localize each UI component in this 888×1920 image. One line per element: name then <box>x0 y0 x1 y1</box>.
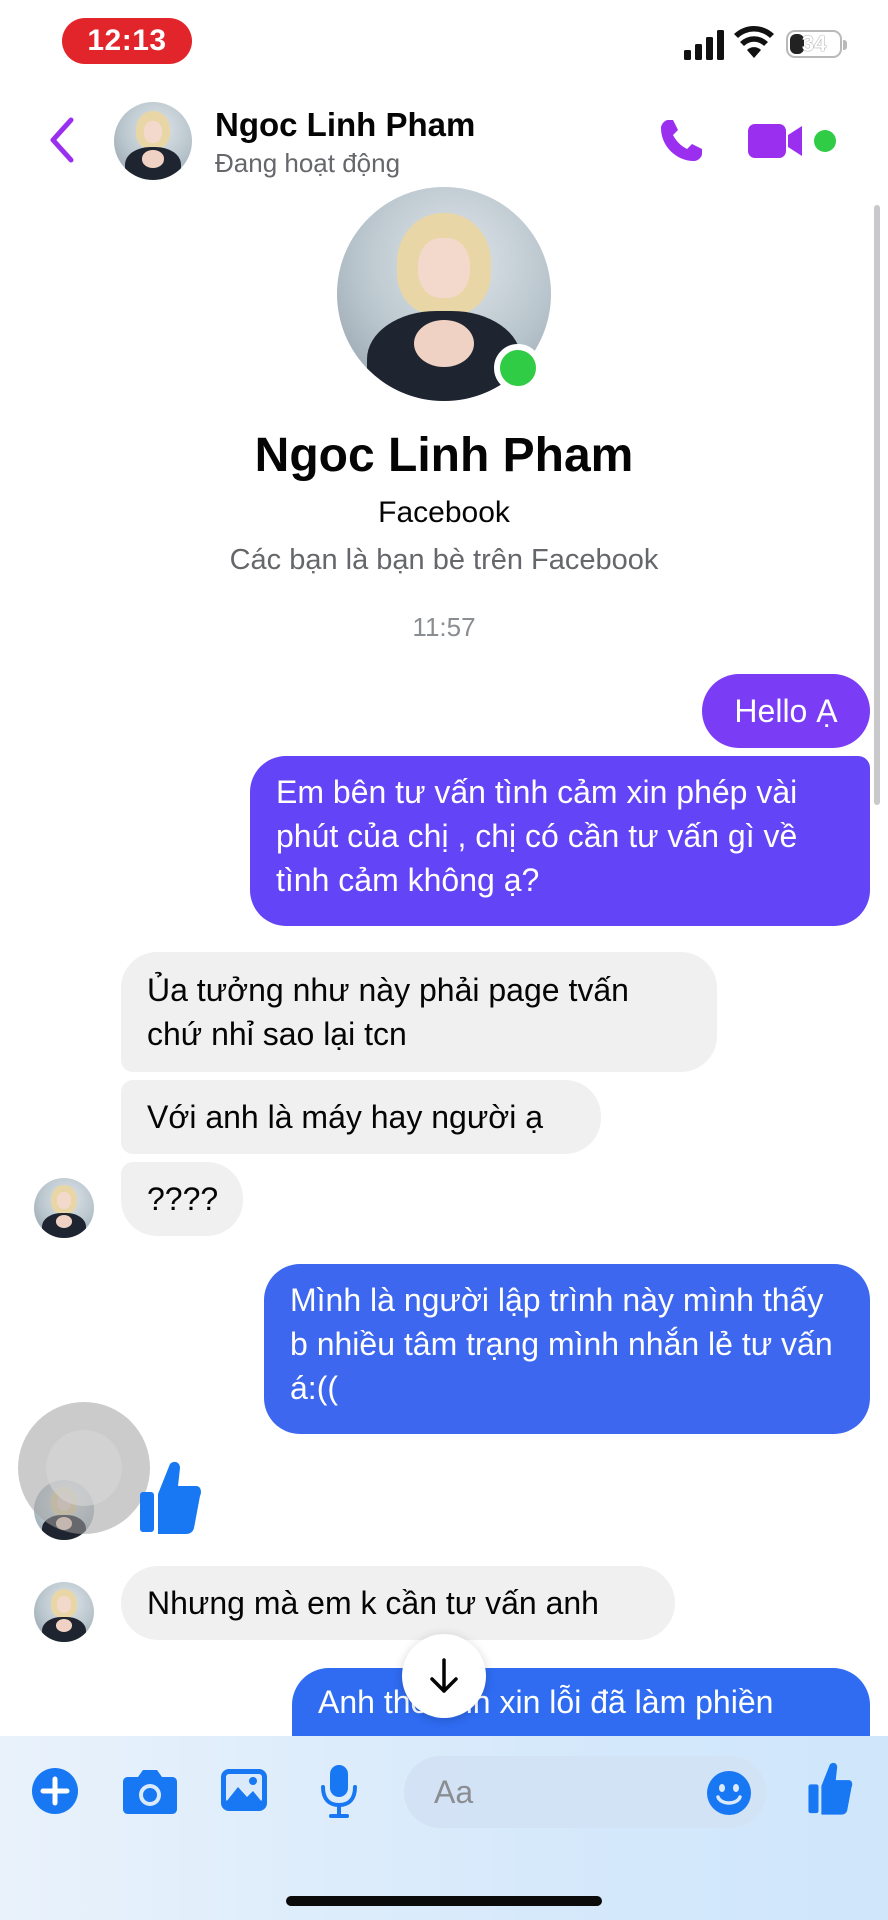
microphone-icon <box>321 1765 357 1818</box>
online-indicator <box>814 130 836 152</box>
contact-status: Đang hoạt động <box>215 148 401 178</box>
scrollbar[interactable] <box>874 205 880 805</box>
emoji-button[interactable] <box>704 1768 754 1818</box>
back-button[interactable] <box>40 112 84 168</box>
message-bubble-incoming[interactable]: Với anh là máy hay người ạ <box>121 1080 601 1154</box>
message-composer <box>0 1736 888 1920</box>
voice-message-button[interactable] <box>318 1762 360 1820</box>
video-call-button[interactable] <box>744 116 808 166</box>
sender-avatar[interactable] <box>34 1582 94 1642</box>
phone-icon <box>661 120 702 161</box>
wifi-icon <box>734 26 774 58</box>
profile-name: Ngoc Linh Pham <box>254 429 634 482</box>
smiley-icon <box>707 1771 751 1815</box>
cellular-signal-icon <box>684 30 724 60</box>
thumbs-up-icon[interactable] <box>138 1458 202 1536</box>
message-bubble-outgoing[interactable]: Mình là người lập trình này mình thấy b … <box>264 1264 870 1434</box>
battery-percent: 34 <box>801 31 827 56</box>
camera-button[interactable] <box>122 1766 178 1816</box>
message-bubble-outgoing[interactable]: Anh thế anh xin lỗi đã làm phiền <box>292 1668 870 1742</box>
gallery-button[interactable] <box>218 1764 270 1816</box>
status-time: 12:13 <box>62 18 192 64</box>
video-camera-icon <box>748 124 802 158</box>
message-bubble-outgoing[interactable]: Hello Ạ <box>702 674 870 748</box>
profile-online-indicator <box>494 344 542 392</box>
contact-avatar[interactable] <box>114 102 192 180</box>
camera-icon <box>123 1770 177 1814</box>
contact-name[interactable]: Ngoc Linh Pham <box>215 106 475 144</box>
chat-header: Ngoc Linh Pham Đang hoạt động <box>0 90 888 190</box>
scroll-to-bottom-button[interactable] <box>402 1634 486 1718</box>
chevron-left-icon <box>50 117 74 163</box>
touch-indicator <box>18 1402 150 1534</box>
audio-call-button[interactable] <box>654 114 708 168</box>
image-icon <box>221 1769 267 1811</box>
profile-app: Facebook <box>378 496 510 529</box>
status-bar: 12:13 34 <box>0 0 888 90</box>
plus-icon <box>32 1768 78 1814</box>
message-bubble-incoming[interactable]: Ủa tưởng như này phải page tvấn chứ nhỉ … <box>121 952 717 1072</box>
message-bubble-outgoing[interactable]: Em bên tư vấn tình cảm xin phép vài phút… <box>250 756 870 926</box>
thumbs-up-icon <box>808 1762 853 1815</box>
message-input-container[interactable] <box>404 1756 766 1828</box>
battery-indicator: 34 <box>786 30 847 58</box>
message-bubble-incoming[interactable]: Nhưng mà em k cần tư vấn anh <box>121 1566 675 1640</box>
relationship-note: Các bạn là bạn bè trên Facebook <box>229 544 659 576</box>
home-indicator[interactable] <box>286 1896 602 1906</box>
more-actions-button[interactable] <box>30 1766 80 1816</box>
sender-avatar[interactable] <box>34 1178 94 1238</box>
message-bubble-incoming[interactable]: ???? <box>121 1162 243 1236</box>
arrow-down-icon <box>430 1658 458 1693</box>
message-input[interactable] <box>434 1756 674 1828</box>
send-like-button[interactable] <box>802 1758 858 1818</box>
thread-timestamp: 11:57 <box>412 612 476 642</box>
